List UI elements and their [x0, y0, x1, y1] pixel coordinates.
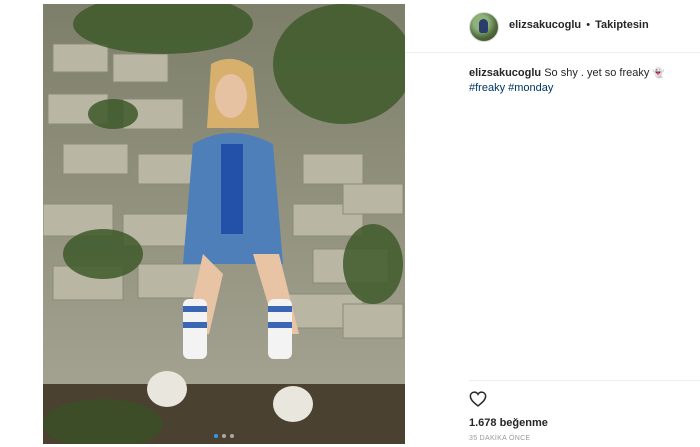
carousel-indicator [43, 434, 405, 438]
carousel-dot [222, 434, 226, 438]
separator-dot: • [586, 19, 591, 31]
caption-username[interactable]: elizsakucoglu [469, 67, 541, 79]
ghost-emoji: 👻 [652, 68, 665, 79]
photo-illustration [43, 4, 405, 444]
profile-avatar[interactable] [469, 12, 499, 42]
heart-icon[interactable] [469, 391, 487, 407]
username-link[interactable]: elizsakucoglu [509, 19, 581, 31]
post-sidebar: elizsakucoglu • Takiptesin elizsakucoglu… [405, 0, 700, 447]
likes-count[interactable]: 1.678 beğenme [469, 417, 700, 429]
post-caption: elizsakucoglu So shy . yet so freaky 👻 #… [469, 66, 694, 96]
header-line: elizsakucoglu • Takiptesin [509, 19, 649, 31]
caption-text: So shy . yet so freaky [544, 67, 650, 79]
carousel-dot-active [214, 434, 218, 438]
post-photo[interactable] [43, 4, 405, 444]
hashtag-monday[interactable]: #monday [508, 82, 553, 94]
follow-status-button[interactable]: Takiptesin [595, 19, 649, 31]
hashtag-freaky[interactable]: #freaky [469, 82, 505, 94]
carousel-dot [230, 434, 234, 438]
post-actions: 1.678 beğenme 35 DAKİKA ÖNCE [469, 380, 700, 442]
post-timestamp: 35 DAKİKA ÖNCE [469, 435, 531, 442]
post-header: elizsakucoglu • Takiptesin [405, 0, 700, 53]
